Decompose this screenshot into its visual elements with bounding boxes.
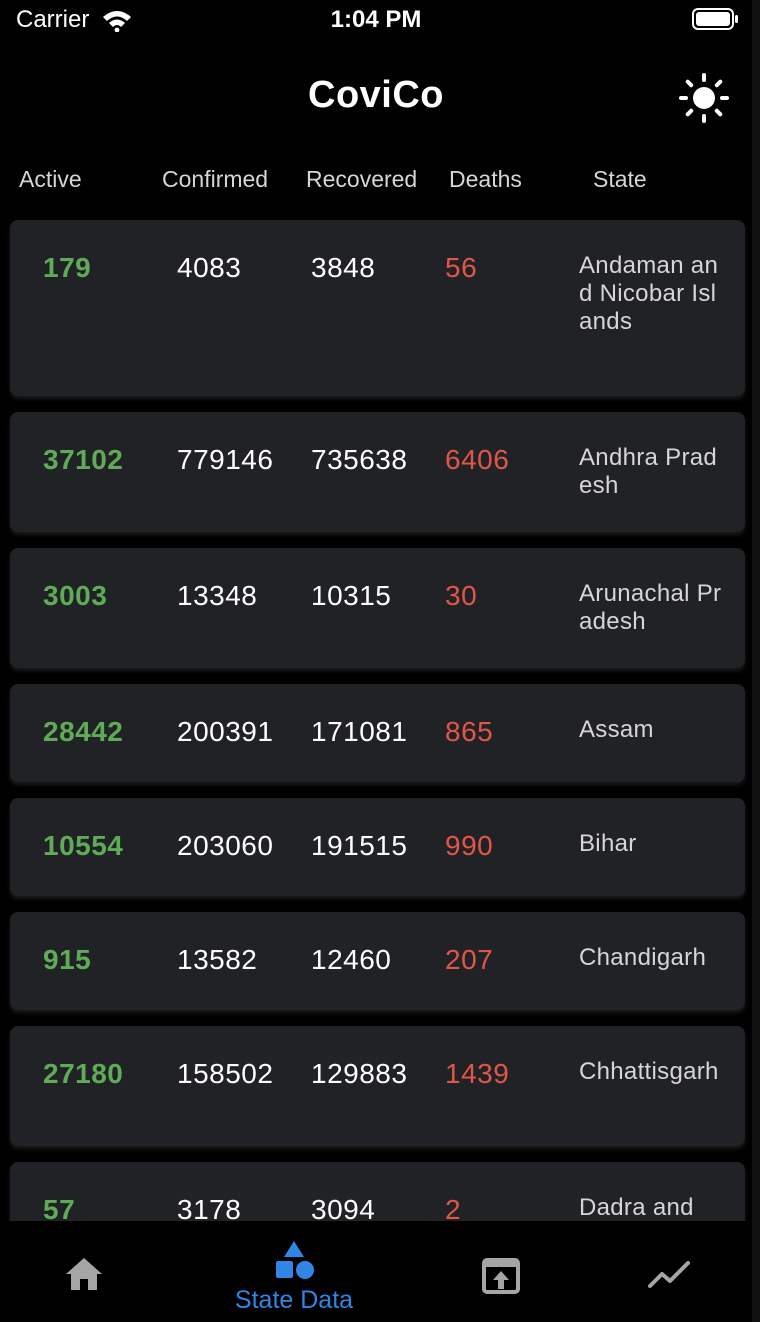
confirmed-count: 779146 bbox=[177, 444, 274, 475]
table-row[interactable]: 57 3178 3094 2 Dadra and bbox=[10, 1162, 745, 1221]
state-list[interactable]: 179 4083 3848 56 Andaman and Nicobar Isl… bbox=[0, 218, 752, 1221]
status-bar: Carrier 1:04 PM bbox=[0, 0, 760, 44]
active-count: 28442 bbox=[43, 716, 124, 747]
table-row[interactable]: 28442 200391 171081 865 Assam bbox=[10, 684, 745, 782]
open-external-icon bbox=[482, 1258, 520, 1294]
state-name: Assam bbox=[579, 716, 654, 743]
table-row[interactable]: 10554 203060 191515 990 Bihar bbox=[10, 798, 745, 896]
deaths-count: 2 bbox=[445, 1194, 462, 1221]
state-name: Andhra Pradesh bbox=[579, 444, 718, 499]
sun-icon bbox=[679, 73, 729, 123]
trending-icon bbox=[648, 1261, 690, 1288]
header-state: State bbox=[593, 166, 647, 192]
app-title: CoviCo bbox=[308, 74, 444, 116]
confirmed-count: 3178 bbox=[177, 1194, 242, 1221]
active-count: 179 bbox=[43, 252, 92, 283]
confirmed-count: 158502 bbox=[177, 1058, 274, 1089]
bottom-tab-bar: State Data bbox=[0, 1222, 752, 1322]
confirmed-count: 203060 bbox=[177, 830, 274, 861]
recovered-count: 171081 bbox=[311, 716, 408, 747]
active-count: 915 bbox=[43, 944, 92, 975]
deaths-count: 30 bbox=[445, 580, 478, 611]
header-deaths: Deaths bbox=[449, 166, 522, 192]
state-name: Andaman and Nicobar Islands bbox=[579, 252, 719, 335]
table-row[interactable]: 37102 779146 735638 6406 Andhra Pradesh bbox=[10, 412, 745, 532]
recovered-count: 129883 bbox=[311, 1058, 408, 1089]
confirmed-count: 13582 bbox=[177, 944, 258, 975]
theme-toggle-button[interactable] bbox=[678, 72, 730, 124]
header-confirmed: Confirmed bbox=[162, 166, 269, 192]
recovered-count: 3848 bbox=[311, 252, 376, 283]
app-bar: CoviCo bbox=[0, 52, 752, 142]
active-count: 57 bbox=[43, 1194, 76, 1221]
tab-open-external[interactable] bbox=[418, 1222, 586, 1322]
table-row[interactable]: 915 13582 12460 207 Chandigarh bbox=[10, 912, 745, 1010]
tab-label: State Data bbox=[234, 1286, 354, 1314]
state-name: Chandigarh bbox=[579, 944, 707, 971]
header-recovered: Recovered bbox=[306, 166, 418, 192]
state-name: Bihar bbox=[579, 830, 637, 857]
table-row[interactable]: 3003 13348 10315 30 Arunachal Pradesh bbox=[10, 548, 745, 668]
deaths-count: 865 bbox=[445, 716, 494, 747]
recovered-count: 191515 bbox=[311, 830, 408, 861]
recovered-count: 10315 bbox=[311, 580, 392, 611]
state-name: Dadra and bbox=[579, 1194, 694, 1221]
tab-trends[interactable] bbox=[586, 1222, 752, 1322]
confirmed-count: 4083 bbox=[177, 252, 242, 283]
active-count: 3003 bbox=[43, 580, 108, 611]
tab-state-data[interactable]: State Data bbox=[170, 1222, 418, 1322]
recovered-count: 3094 bbox=[311, 1194, 376, 1221]
deaths-count: 6406 bbox=[445, 444, 510, 475]
header-active: Active bbox=[19, 166, 82, 192]
confirmed-count: 200391 bbox=[177, 716, 274, 747]
recovered-count: 12460 bbox=[311, 944, 392, 975]
battery-icon bbox=[692, 8, 738, 30]
home-icon bbox=[66, 1258, 102, 1290]
state-name: Arunachal Pradesh bbox=[579, 580, 722, 635]
confirmed-count: 13348 bbox=[177, 580, 258, 611]
tab-home[interactable] bbox=[0, 1222, 170, 1322]
table-row[interactable]: 27180 158502 129883 1439 Chhattisgarh bbox=[10, 1026, 745, 1146]
recovered-count: 735638 bbox=[311, 444, 408, 475]
shapes-icon bbox=[276, 1241, 314, 1279]
table-row[interactable]: 179 4083 3848 56 Andaman and Nicobar Isl… bbox=[10, 220, 745, 396]
active-count: 27180 bbox=[43, 1058, 124, 1089]
table-header: Active Confirmed Recovered Deaths State bbox=[0, 166, 752, 198]
screen-edge bbox=[752, 0, 760, 1322]
active-count: 10554 bbox=[43, 830, 124, 861]
clock-time: 1:04 PM bbox=[330, 6, 422, 33]
deaths-count: 56 bbox=[445, 252, 478, 283]
active-count: 37102 bbox=[43, 444, 124, 475]
deaths-count: 207 bbox=[445, 944, 494, 975]
state-name: Chhattisgarh bbox=[579, 1058, 719, 1085]
deaths-count: 990 bbox=[445, 830, 494, 861]
deaths-count: 1439 bbox=[445, 1058, 510, 1089]
